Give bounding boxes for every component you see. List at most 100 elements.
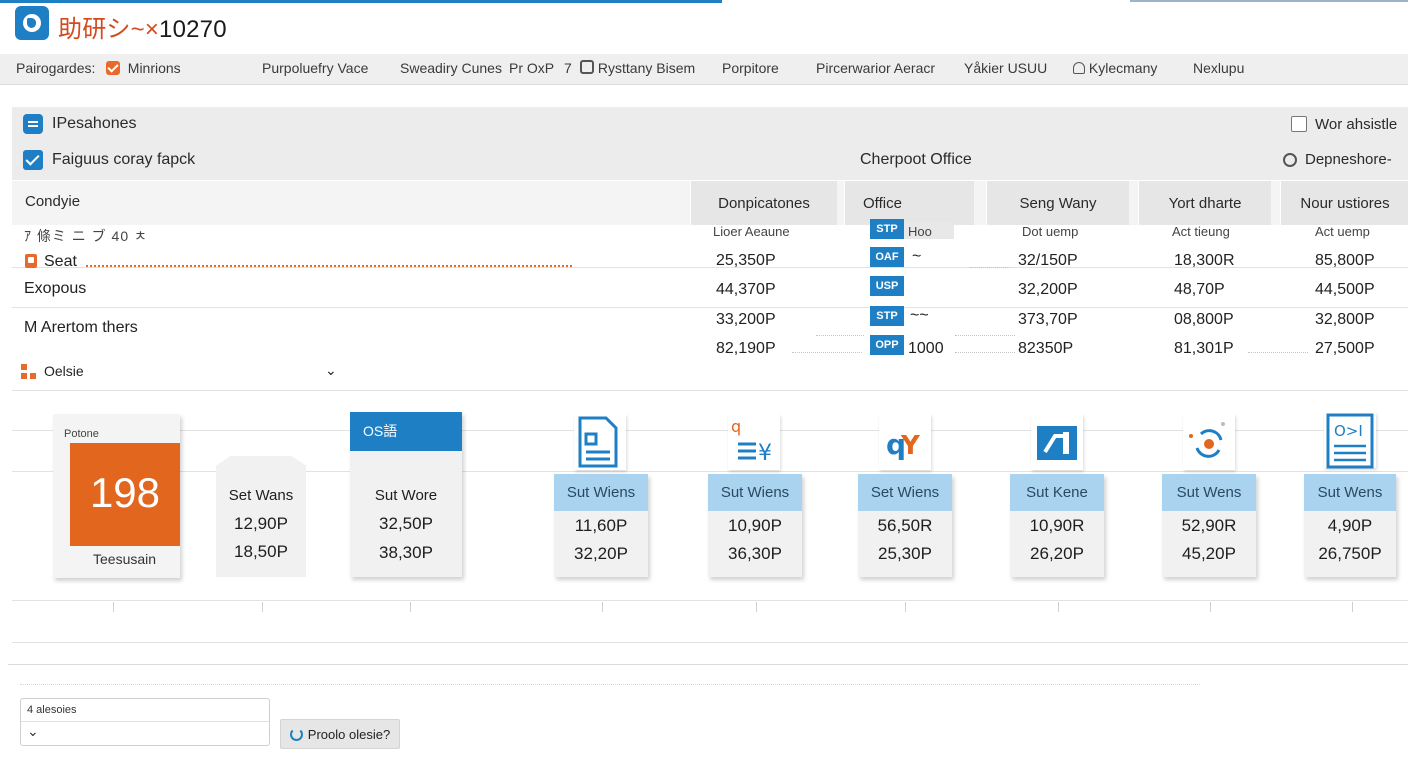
card-value-2: 45,20P [1182,544,1236,563]
stat-card[interactable]: Sut Kene 10,90R 26,20P [1010,474,1104,577]
tag-badge: USP [870,276,904,296]
menu-item-label: Rysttany Bisem [597,60,696,76]
card-value-2: 36,30P [728,544,782,563]
feature-card[interactable]: Potone 198 Teesusain [53,414,180,578]
subheader-4: Act tieung [1172,224,1230,239]
column-header-5[interactable]: Nour ustiores [1280,181,1408,225]
row-divider [12,307,1408,308]
axis-tick [410,602,411,612]
tag-badge: OAF [870,247,904,267]
card-title: Sut Wens [1162,474,1256,511]
section-divider [8,664,1408,665]
panel-checkbox[interactable] [23,150,43,170]
table-cell: 373,70P [1018,311,1078,328]
button-label: Proolo olesie? [307,726,391,742]
menu-item-minrions[interactable]: Minrions [106,60,181,76]
menu-item-rysttany[interactable]: Rysttany Bisem [580,60,695,76]
feature-number: 198 [89,469,161,516]
card-value-1: 4,90P [1327,516,1373,535]
menu-item-purpoluefry[interactable]: Purpoluefry Vace [262,60,368,76]
stat-card[interactable]: Sut Wens 52,90R 45,20P [1162,474,1256,577]
card-value-2: 38,30P [379,543,433,562]
axis-tick [1352,602,1353,612]
stat-card[interactable]: Sut Wiens 10,90P 36,30P [708,474,802,577]
option-label: Wor ahsistle [1315,116,1398,133]
menu-item-porpitore[interactable]: Porpitore [722,60,779,76]
column-header-condyie[interactable]: Condyie [25,193,80,210]
subheader-1: Lioer Aeaune [713,224,790,239]
dropdown-label[interactable]: Oelsie [44,363,84,379]
tag-note: 1000 [908,340,944,357]
axis-tick [602,602,603,612]
column-header-office[interactable]: Office [844,181,974,225]
svg-text:Y: Y [900,431,921,461]
axis-tick [756,602,757,612]
menu-item-label: Minrions [127,60,181,76]
table-cell: 82,190P [716,340,776,357]
axis-tick [1058,602,1059,612]
list-icon [23,114,43,134]
code-document-icon: O>I [1324,412,1376,469]
tag-badge: STP [870,219,904,239]
row-label[interactable]: Exopous [24,280,86,298]
card-value-2: 26,750P [1318,544,1382,563]
app-logo-icon [15,6,49,40]
card-value-2: 25,30P [878,544,932,563]
dotted-leader [792,352,862,353]
chevron-down-icon[interactable]: ⌄ [325,362,337,379]
svg-text:¥: ¥ [758,441,772,466]
os-card[interactable]: OS語 Sut Wore 32,50P 38,30P [350,412,462,577]
radio-label: Depneshore- [1305,151,1392,168]
card-area-line [12,600,1408,601]
table-cell: 33,200P [716,311,776,328]
table-cell: 48,70P [1174,281,1225,298]
user-icon [1073,62,1085,74]
stat-card[interactable]: Sut Wiens 11,60P 32,20P [554,474,648,577]
panel-center-label: Cherpoot Office [860,151,972,168]
stat-card[interactable]: Set Wiens 56,50R 25,30P [858,474,952,577]
svg-text:O>I: O>I [1334,422,1363,440]
select-divider [21,721,269,722]
column-header-4[interactable]: Yort dharte [1138,181,1271,225]
top-accent-line [0,0,722,3]
chevron-down-icon[interactable]: ⌄ [27,723,39,740]
menu-item-pairogardes[interactable]: Pairogardes: [16,60,95,76]
table-cell: 32/150P [1018,252,1078,269]
card-value-1: 32,50P [379,514,433,533]
column-header-1[interactable]: Donpicatones [690,181,837,225]
table-cell: 08,800P [1174,311,1234,328]
menu-item-prox[interactable]: Pr OxP [509,60,554,76]
axis-tick [905,602,906,612]
card-value-1: 11,60P [574,516,628,535]
row-label[interactable]: M Arertom thers [24,319,138,337]
card-value-2: 32,20P [574,544,628,563]
menu-item-kylecmany[interactable]: Kylecmany [1073,60,1157,76]
menu-item-pircerwarior[interactable]: Pircerwarior Aeracr [816,60,935,76]
table-cell: 85,800P [1315,252,1375,269]
column-header-3[interactable]: Seng Wany [986,181,1129,225]
menu-item-seven[interactable]: 7 [564,60,572,76]
axis-tick [1210,602,1211,612]
menu-item-nexlupu[interactable]: Nexlupu [1193,60,1244,76]
proolo-button[interactable]: Proolo olesie? [280,719,400,749]
card-value-1: 12,90P [234,514,288,533]
card-title: Sut Wens [1304,474,1396,511]
card-value-1: 10,90R [1029,516,1085,535]
menu-item-sweadiry[interactable]: Sweadiry Cunes [400,60,502,76]
summary-card[interactable]: Set Wans 12,90P 18,50P [216,456,306,577]
sync-icon [1183,414,1235,470]
dotted-separator [20,684,1200,685]
axis-tick [113,602,114,612]
card-title: Set Wans [228,487,294,504]
panel-checkbox-label: Faiguus coray fapck [52,151,196,168]
row-label[interactable]: Seat [44,253,77,271]
option-checkbox[interactable] [1291,116,1307,132]
option-radio[interactable] [1283,153,1297,167]
filter-select[interactable]: 4 alesoies ⌄ [20,698,270,746]
table-cell: 32,800P [1315,311,1375,328]
stat-card[interactable]: Sut Wens 4,90P 26,750P [1304,474,1396,577]
table-cell: 81,301P [1174,340,1234,357]
panel-title: IPesahones [52,115,137,132]
menu-item-yakier[interactable]: Yåkier USUU [964,60,1047,76]
top-accent-line-right [1130,0,1408,2]
